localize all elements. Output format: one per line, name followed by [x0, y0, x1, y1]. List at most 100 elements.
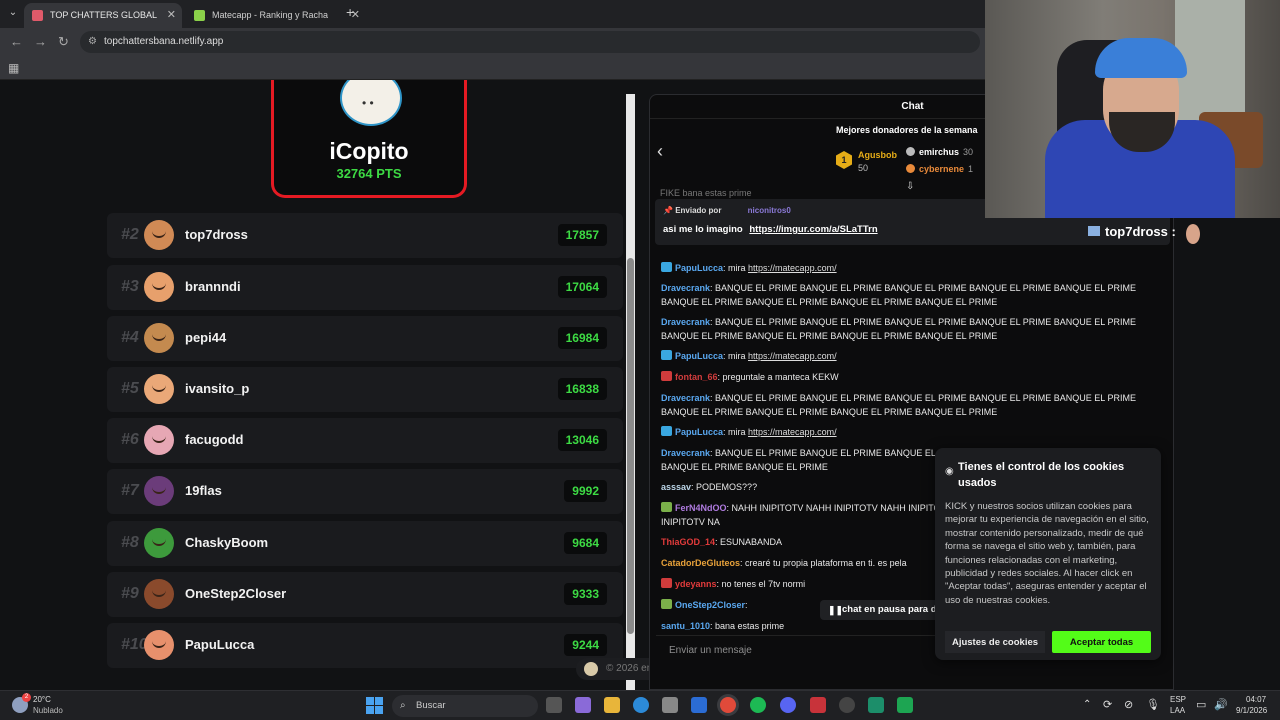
- tray-chevron-icon[interactable]: ⌃: [1083, 699, 1091, 710]
- rank-username: ChaskyBoom: [185, 535, 269, 550]
- weather-temp[interactable]: 20°C: [33, 695, 51, 704]
- chat-username[interactable]: asssav: [661, 482, 691, 492]
- collapse-icon[interactable]: ⇩: [906, 181, 914, 192]
- medal-icon: [906, 164, 915, 173]
- pinned-user[interactable]: niconitros0: [748, 206, 791, 215]
- tray-network-icon[interactable]: ⊘: [1124, 698, 1133, 711]
- rank-row[interactable]: #4 pepi44 16984: [107, 316, 623, 361]
- tray-sync-icon[interactable]: ⟳: [1103, 698, 1112, 711]
- chat-username[interactable]: PapuLucca: [675, 427, 723, 437]
- chat-username[interactable]: fontan_66: [675, 372, 718, 382]
- obs-icon[interactable]: [839, 697, 855, 713]
- cookie-settings-button[interactable]: Ajustes de cookies: [945, 631, 1045, 653]
- scrollbar-thumb[interactable]: [627, 258, 634, 634]
- chat-paused-indicator[interactable]: ❚❚ chat en pausa para de: [820, 600, 952, 620]
- accept-cookies-button[interactable]: Aceptar todas: [1052, 631, 1151, 653]
- rank-row[interactable]: #6 facugodd 13046: [107, 418, 623, 463]
- forward-icon[interactable]: →: [34, 34, 47, 49]
- chat-username[interactable]: santu_1010: [661, 621, 710, 631]
- chat-text: : bana estas prime: [710, 621, 785, 631]
- tray-volume-icon[interactable]: 🔊: [1214, 698, 1228, 711]
- spotify-icon[interactable]: [750, 697, 766, 713]
- tab-search-icon[interactable]: ⌄: [4, 4, 22, 22]
- chat-username[interactable]: ThiaGOD_14: [661, 537, 715, 547]
- chat-link[interactable]: https://matecapp.com/: [748, 351, 837, 361]
- chrome-icon[interactable]: [720, 697, 736, 713]
- chat-message: Dravecrank: BANQUE EL PRIME BANQUE EL PR…: [661, 391, 1161, 419]
- avatar: [144, 374, 174, 404]
- edge-icon[interactable]: [633, 697, 649, 713]
- file-explorer-icon[interactable]: [604, 697, 620, 713]
- emote-icon: [1186, 224, 1200, 244]
- reload-icon[interactable]: ↻: [58, 34, 69, 50]
- apps-grid-icon[interactable]: ▦: [8, 61, 19, 75]
- chat-username[interactable]: OneStep2Closer: [675, 600, 745, 610]
- tab-matecapp[interactable]: Matecapp - Ranking y Racha de ✕: [186, 3, 366, 28]
- taskbar-search[interactable]: ⌕ Buscar: [392, 695, 538, 717]
- rank-row[interactable]: #7 19flas 9992: [107, 469, 623, 514]
- overlay-name-text: top7dross: [1105, 224, 1168, 239]
- chat-username[interactable]: PapuLucca: [675, 263, 723, 273]
- tray-mic-icon[interactable]: 🎙: [1146, 698, 1160, 711]
- weather-desc[interactable]: Nublado: [33, 706, 63, 715]
- chat-link[interactable]: https://matecapp.com/: [748, 427, 837, 437]
- avatar: [144, 528, 174, 558]
- discord-icon[interactable]: [780, 697, 796, 713]
- region-indicator[interactable]: LAA: [1170, 706, 1185, 715]
- rank-row[interactable]: #10 PapuLucca 9244: [107, 623, 623, 668]
- app-icon[interactable]: [810, 697, 826, 713]
- tab-top-chatters[interactable]: TOP CHATTERS GLOBAL ✕: [24, 3, 182, 28]
- paused-text: chat en pausa para de: [842, 604, 942, 615]
- donor-2-amount: 30: [963, 147, 974, 157]
- rank-row[interactable]: #8 ChaskyBoom 9684: [107, 521, 623, 566]
- tray-display-icon[interactable]: ▭: [1196, 698, 1206, 711]
- webcam-person-cap: [1095, 38, 1187, 78]
- chat-username[interactable]: Dravecrank: [661, 283, 710, 293]
- windows-start-icon[interactable]: [366, 697, 383, 714]
- rank-row[interactable]: #2 top7dross 17857: [107, 213, 623, 258]
- close-icon[interactable]: ✕: [167, 3, 176, 28]
- rank-number: #7: [121, 482, 139, 499]
- donor-1-name[interactable]: Agusbob: [858, 150, 897, 160]
- rank-number: #5: [121, 380, 139, 397]
- rank-row[interactable]: #3 brannndi 17064: [107, 265, 623, 310]
- donors-title: Mejores donadores de la semana: [836, 125, 978, 135]
- rank-score: 9992: [564, 480, 607, 502]
- chat-username[interactable]: PapuLucca: [675, 351, 723, 361]
- first-place-points: 32764 PTS: [336, 166, 402, 181]
- chat-username[interactable]: CatadorDeGluteos: [661, 558, 740, 568]
- chevron-left-icon[interactable]: ‹: [657, 141, 663, 162]
- chat-text: : mira: [723, 351, 749, 361]
- store-icon[interactable]: [662, 697, 678, 713]
- notes-icon[interactable]: [868, 697, 884, 713]
- search-icon: ⌕: [400, 700, 406, 711]
- avatar: [144, 476, 174, 506]
- chat-username[interactable]: Dravecrank: [661, 448, 710, 458]
- lang-indicator[interactable]: ESP: [1170, 695, 1186, 704]
- rank-score: 9684: [564, 532, 607, 554]
- url-input[interactable]: ⚙ topchattersbana.netlify.app: [80, 31, 980, 53]
- rank-row[interactable]: #5 ivansito_p 16838: [107, 367, 623, 412]
- chat-text: : PODEMOS???: [691, 482, 758, 492]
- new-tab-icon[interactable]: +: [346, 4, 354, 20]
- copilot-icon[interactable]: [575, 697, 591, 713]
- whatsapp-icon[interactable]: [897, 697, 913, 713]
- chat-username[interactable]: ydeyanns: [675, 579, 717, 589]
- donor-3[interactable]: cybernene 1: [906, 164, 973, 174]
- chat-text: : mira: [723, 263, 749, 273]
- site-info-icon[interactable]: ⚙: [88, 31, 97, 53]
- outlook-icon[interactable]: [691, 697, 707, 713]
- chat-username[interactable]: FerN4NdOO: [675, 503, 727, 513]
- donor-2[interactable]: emirchus 30: [906, 147, 973, 157]
- task-view-icon[interactable]: [546, 697, 562, 713]
- clock-date[interactable]: 9/1/2026: [1236, 706, 1267, 715]
- chat-link[interactable]: https://matecapp.com/: [748, 263, 837, 273]
- chat-username[interactable]: Dravecrank: [661, 317, 710, 327]
- chat-username[interactable]: Dravecrank: [661, 393, 710, 403]
- badge-icon: [661, 350, 672, 360]
- rank-row[interactable]: #9 OneStep2Closer 9333: [107, 572, 623, 617]
- rank-score: 16838: [557, 378, 607, 400]
- back-icon[interactable]: ←: [10, 34, 23, 49]
- clock-time[interactable]: 04:07: [1246, 695, 1266, 704]
- pinned-link[interactable]: https://imgur.com/a/SLaTTrn: [749, 224, 877, 235]
